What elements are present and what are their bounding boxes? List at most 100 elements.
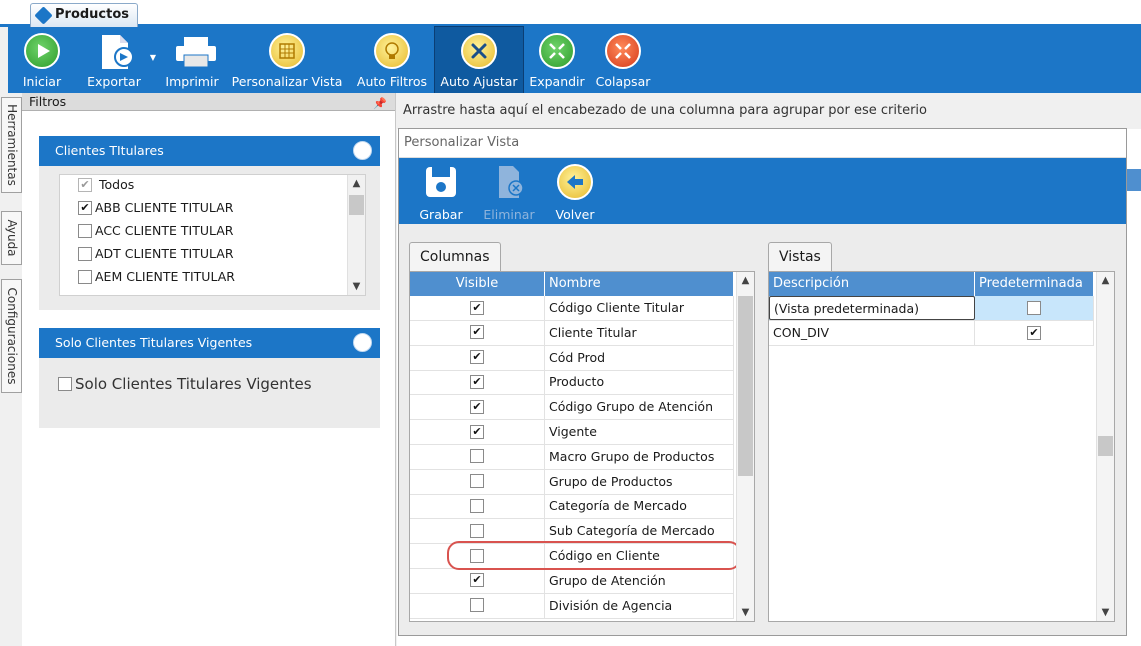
visible-checkbox[interactable]: ✔ [470,399,484,414]
grabar-label: Grabar [419,207,463,222]
list-item[interactable]: ✔ Todos [78,175,134,195]
scroll-down-icon[interactable]: ▼ [348,278,365,295]
table-row[interactable]: Macro Grupo de Productos [410,444,734,470]
group-by-panel[interactable]: Arrastre hasta aquí el encabezado de una… [397,93,1141,129]
list-item[interactable]: ✔ ABB CLIENTE TITULAR [78,198,233,218]
filter-lamp-icon [374,33,410,69]
grid-edge [1127,129,1141,646]
tab-productos[interactable]: Productos [30,3,139,27]
nombre-cell: Vigente [545,420,734,444]
auto-filtros-button[interactable]: Auto Filtros [352,27,432,93]
visible-checkbox[interactable]: ✔ [470,374,484,389]
checkbox-todos[interactable]: ✔ [78,177,92,192]
predeterminada-checkbox[interactable]: ✔ [1027,325,1041,340]
table-row[interactable]: ✔ Código Cliente Titular [410,296,734,321]
columnas-header-row: Visible Nombre [410,272,734,296]
visible-checkbox[interactable] [470,449,484,464]
table-row[interactable]: Grupo de Productos [410,469,734,495]
table-row[interactable]: (Vista predeterminada) [769,296,1094,321]
column-header-visible[interactable]: Visible [410,272,545,296]
predeterminada-checkbox[interactable] [1027,300,1041,315]
exportar-button[interactable]: ▼ Exportar [76,27,156,93]
auto-ajustar-button[interactable]: Auto Ajustar [434,26,524,94]
table-row[interactable]: ✔ Grupo de Atención [410,568,734,594]
column-header-descripcion[interactable]: Descripción [769,272,975,296]
table-row[interactable]: División de Agencia [410,593,734,619]
vigentes-option[interactable]: Solo Clientes Titulares Vigentes [58,375,312,393]
tab-columnas[interactable]: Columnas [409,242,501,271]
colapsar-button[interactable]: Colapsar [593,27,653,93]
side-tab-herramientas[interactable]: Herramientas [1,97,22,193]
visible-checkbox[interactable]: ✔ [470,300,484,315]
column-header-nombre[interactable]: Nombre [545,272,734,296]
expandir-label: Expandir [529,74,585,89]
visible-checkbox[interactable]: ✔ [470,350,484,365]
table-row[interactable]: ✔ Cliente Titular [410,320,734,346]
checkbox-adt[interactable] [78,246,92,261]
column-header-predeterminada[interactable]: Predeterminada [975,272,1094,296]
clientes-scrollbar[interactable]: ▲ ▼ [347,175,365,295]
list-item-label: ACC CLIENTE TITULAR [95,223,234,238]
scroll-thumb[interactable] [738,296,753,476]
exportar-dropdown-icon[interactable]: ▼ [150,53,156,62]
visible-checkbox[interactable] [470,474,484,489]
auto-ajustar-label: Auto Ajustar [440,74,518,89]
collapse-arrows-icon [605,33,641,69]
visible-checkbox[interactable] [470,598,484,613]
grabar-button[interactable]: Grabar [415,158,467,224]
scroll-up-icon[interactable]: ▲ [1097,272,1114,289]
eliminar-button[interactable]: Eliminar [481,158,537,224]
side-tab-ayuda[interactable]: Ayuda [1,211,22,265]
pin-icon[interactable]: 📌 [373,95,387,112]
table-row[interactable]: Categoría de Mercado [410,494,734,520]
scroll-down-icon[interactable]: ▼ [737,604,754,621]
scroll-down-icon[interactable]: ▼ [1097,604,1114,621]
checkbox-abb[interactable]: ✔ [78,200,92,215]
visible-checkbox[interactable]: ✔ [470,325,484,340]
personalizar-vista-button[interactable]: Personalizar Vista [229,27,345,93]
imprimir-button[interactable]: Imprimir [162,27,222,93]
nombre-cell: Grupo de Productos [545,469,734,494]
vigentes-title: Solo Clientes Titulares Vigentes [55,335,253,350]
collapse-circle-icon[interactable] [353,333,372,352]
table-row[interactable]: CON_DIV ✔ [769,321,1094,346]
vigentes-card: Solo Clientes Titulares Vigentes Solo Cl… [39,328,380,428]
expandir-button[interactable]: Expandir [529,27,585,93]
scroll-thumb[interactable] [1098,436,1113,456]
customize-grid-icon [269,33,305,69]
scroll-up-icon[interactable]: ▲ [348,175,365,192]
nombre-cell: Macro Grupo de Productos [545,444,734,469]
list-item[interactable]: ADT CLIENTE TITULAR [78,244,234,264]
columnas-scrollbar[interactable]: ▲ ▼ [736,272,754,621]
tab-productos-label: Productos [55,7,130,22]
visible-checkbox[interactable] [470,523,484,538]
visible-cell: ✔ [410,296,545,320]
visible-checkbox[interactable]: ✔ [470,424,484,439]
volver-button[interactable]: Volver [549,158,601,224]
export-document-icon [96,33,134,69]
scroll-up-icon[interactable]: ▲ [737,272,754,289]
collapse-circle-icon[interactable] [353,141,372,160]
iniciar-button[interactable]: Iniciar [16,27,68,93]
tab-vistas[interactable]: Vistas [768,242,832,271]
vigentes-checkbox[interactable] [58,376,72,391]
checkbox-aem[interactable] [78,269,92,284]
back-arrow-icon [557,164,593,200]
filters-header: Filtros 📌 [22,93,395,111]
scroll-thumb[interactable] [349,195,364,215]
side-tab-configuraciones[interactable]: Configuraciones [1,279,22,393]
list-item[interactable]: AEM CLIENTE TITULAR [78,267,235,287]
list-item[interactable]: ACC CLIENTE TITULAR [78,221,234,241]
table-row[interactable]: ✔ Vigente [410,420,734,445]
table-row[interactable]: ✔ Producto [410,370,734,396]
iniciar-label: Iniciar [22,74,62,89]
visible-checkbox[interactable] [470,498,484,513]
nombre-cell: Sub Categoría de Mercado [545,519,734,544]
colapsar-label: Colapsar [595,74,651,89]
vistas-scrollbar[interactable]: ▲ ▼ [1096,272,1114,621]
visible-cell: ✔ [410,370,545,395]
visible-checkbox[interactable]: ✔ [470,573,484,588]
table-row[interactable]: ✔ Cód Prod [410,345,734,371]
checkbox-acc[interactable] [78,223,92,238]
table-row[interactable]: ✔ Código Grupo de Atención [410,395,734,421]
